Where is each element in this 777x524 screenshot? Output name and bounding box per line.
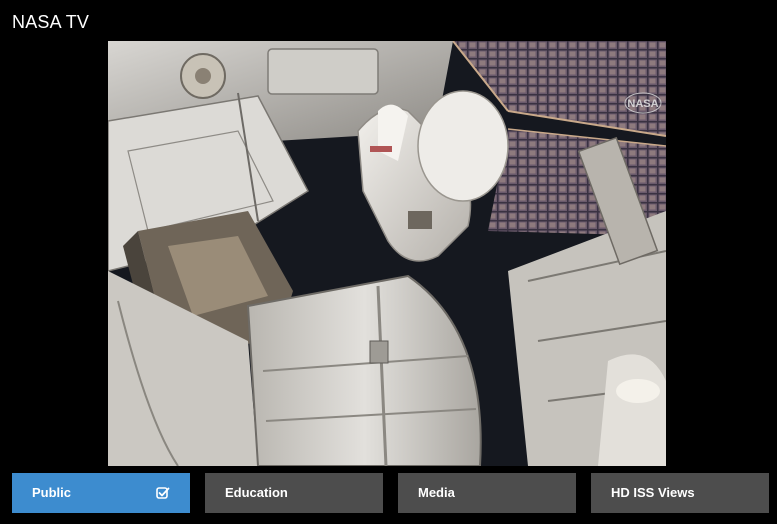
video-feed-image: NASA <box>108 41 666 466</box>
channel-tab-education[interactable]: Education <box>205 473 383 513</box>
channel-tab-media[interactable]: Media <box>398 473 576 513</box>
app-title: NASA TV <box>12 12 90 32</box>
channel-tab-label: HD ISS Views <box>611 485 695 500</box>
check-icon <box>156 487 170 499</box>
video-player[interactable]: NASA <box>108 41 666 466</box>
channel-tab-label: Education <box>225 485 288 500</box>
channel-tab-label: Public <box>32 485 72 500</box>
channel-selector: Public Education Media HD ISS Views <box>12 473 769 513</box>
svg-text:NASA: NASA <box>627 98 658 110</box>
channel-tab-label: Media <box>418 485 455 500</box>
channel-tab-hd-iss-views[interactable]: HD ISS Views <box>591 473 769 513</box>
channel-tab-public[interactable]: Public <box>12 473 190 513</box>
